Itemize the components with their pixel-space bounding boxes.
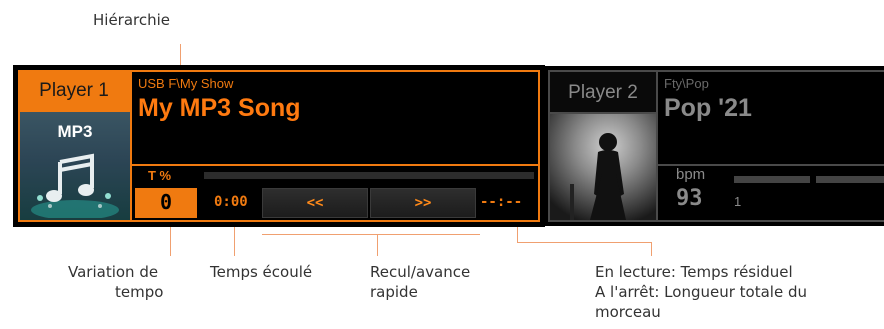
callout-tempo-variation: Variation de tempo (68, 262, 163, 302)
player2-bpm-label: bpm (676, 166, 706, 183)
player2-bar-1 (734, 176, 810, 183)
callout-tempo-variation-line2: tempo (115, 283, 164, 301)
callout-tempo-variation-line1: Variation de (68, 263, 159, 281)
player2-bpm-value: 93 (676, 186, 703, 211)
leader-elapsed (234, 222, 235, 256)
leader-remaining-horizontal (517, 242, 652, 243)
callout-ff-rew-line2: rapide (370, 283, 418, 301)
music-note-icon (31, 153, 119, 218)
player1-song-title: My MP3 Song (138, 94, 301, 122)
player2-beat: 1 (734, 194, 742, 209)
callout-ff-rew: Recul/avance rapide (370, 262, 470, 302)
player2-song-title: Pop '21 (664, 94, 752, 122)
callout-elapsed: Temps écoulé (210, 263, 313, 281)
player1-artwork: MP3 (18, 110, 132, 222)
leader-ffrew-bracket (262, 234, 480, 235)
player2-label-tab[interactable]: Player 2 (548, 70, 658, 114)
singer-silhouette-icon (570, 133, 626, 220)
player2-label: Player 2 (568, 82, 638, 103)
player1-format-label: MP3 (57, 122, 93, 141)
callout-remaining-line2: A l'arrêt: Longueur totale du (595, 283, 807, 301)
player2-artwork (548, 112, 658, 222)
player2-song-info[interactable]: Fty\Pop Pop '21 (656, 70, 884, 166)
player1-label: Player 1 (39, 80, 109, 101)
callout-remaining: En lecture: Temps résiduel A l'arrêt: Lo… (595, 262, 807, 322)
player2-bar-2 (816, 176, 884, 183)
player1-path: USB F\My Show (138, 76, 234, 91)
leader-ffrew (377, 234, 378, 256)
player2-bpm-box: bpm 93 1 (656, 164, 884, 222)
callout-ff-rew-line1: Recul/avance (370, 263, 471, 281)
callout-hierarchy: Hiérarchie (93, 11, 171, 29)
player2-path: Fty\Pop (664, 76, 709, 91)
player1-label-tab[interactable]: Player 1 (18, 70, 130, 110)
leader-remaining-drop (651, 242, 652, 256)
callout-remaining-line3: morceau (595, 303, 661, 321)
player1-song-info[interactable]: USB F\My Show My MP3 Song (130, 70, 540, 166)
player1-transport-frame (130, 164, 540, 222)
callout-remaining-line1: En lecture: Temps résiduel (595, 263, 793, 281)
